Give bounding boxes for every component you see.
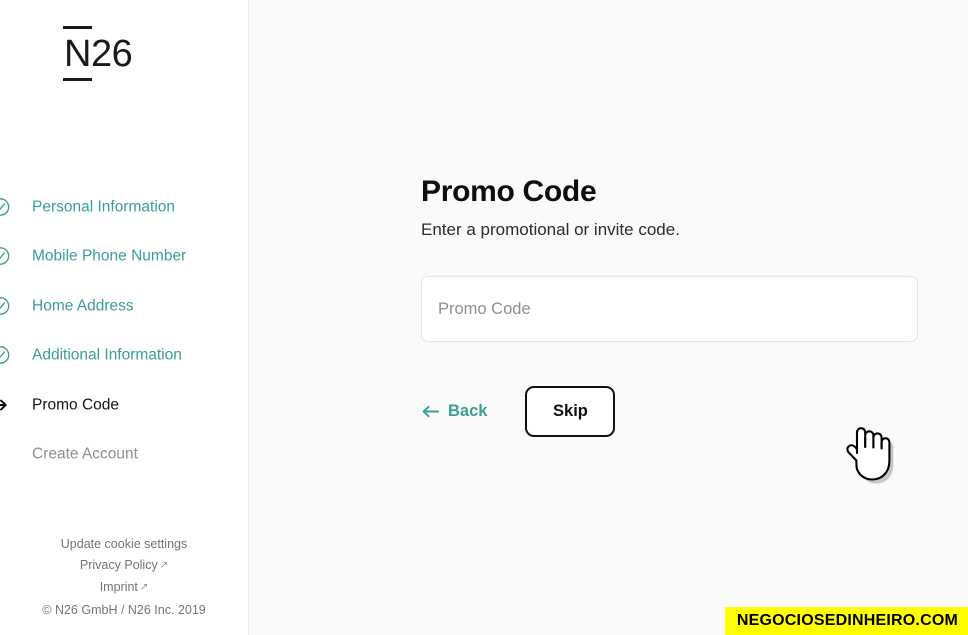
skip-button[interactable]: Skip: [525, 386, 616, 437]
update-cookie-settings-link[interactable]: Update cookie settings: [0, 534, 248, 555]
privacy-policy-label: Privacy Policy: [79, 558, 158, 572]
back-button-label: Back: [448, 402, 488, 420]
promo-code-field[interactable]: [421, 276, 918, 342]
sidebar-item-home-address[interactable]: Home Address: [0, 281, 249, 331]
back-button[interactable]: Back: [421, 386, 497, 437]
external-link-icon: ↗: [139, 582, 149, 593]
check-circle-icon: [0, 247, 10, 266]
imprint-link[interactable]: Imprint ↗: [0, 577, 248, 599]
sidebar-item-mobile-phone-number[interactable]: Mobile Phone Number: [0, 232, 249, 282]
sidebar-item-label: Home Address: [32, 297, 134, 314]
check-circle-icon: [0, 197, 10, 216]
sidebar-item-label: Additional Information: [32, 346, 182, 364]
sidebar-item-personal-information[interactable]: Personal Information: [0, 182, 249, 232]
sidebar-footer: Update cookie settings Privacy Policy ↗ I…: [0, 534, 248, 621]
arrow-right-icon: [0, 399, 7, 411]
copyright-text: © N26 GmbH / N26 Inc. 2019: [42, 603, 206, 617]
logo-letter-n: N: [63, 26, 92, 81]
logo-digits: 26: [90, 33, 133, 75]
promo-code-input[interactable]: [438, 299, 901, 319]
hand-cursor-pointer: [846, 427, 894, 484]
signup-page: N26 Personal Information Mobile Phone Nu…: [0, 0, 968, 635]
sidebar-item-label: Create Account: [32, 445, 138, 463]
form-actions: Back Skip: [421, 386, 616, 437]
sidebar-item-label: Personal Information: [32, 198, 176, 215]
sidebar-item-create-account[interactable]: Create Account: [0, 430, 249, 480]
n26-logo: N26: [63, 26, 133, 81]
check-circle-icon: [0, 296, 10, 315]
sidebar-item-additional-information[interactable]: Additional Information: [0, 331, 249, 381]
arrow-left-icon: [422, 405, 439, 418]
external-link-icon: ↗: [159, 560, 169, 571]
sidebar-item-promo-code[interactable]: Promo Code: [0, 380, 249, 430]
page-subtitle: Enter a promotional or invite code.: [421, 220, 680, 239]
signup-steps: Personal Information Mobile Phone Number…: [0, 182, 249, 479]
main-content: Promo Code Enter a promotional or invite…: [249, 0, 968, 635]
privacy-policy-link[interactable]: Privacy Policy ↗: [0, 555, 248, 577]
sidebar-item-label: Promo Code: [32, 396, 120, 413]
watermark-badge: NEGOCIOSEDINHEIRO.COM: [724, 607, 968, 635]
sidebar: N26 Personal Information Mobile Phone Nu…: [0, 0, 249, 635]
sidebar-item-label: Mobile Phone Number: [32, 247, 187, 265]
imprint-label: Imprint: [99, 580, 138, 594]
check-circle-icon: [0, 346, 10, 365]
page-title: Promo Code: [421, 175, 597, 208]
